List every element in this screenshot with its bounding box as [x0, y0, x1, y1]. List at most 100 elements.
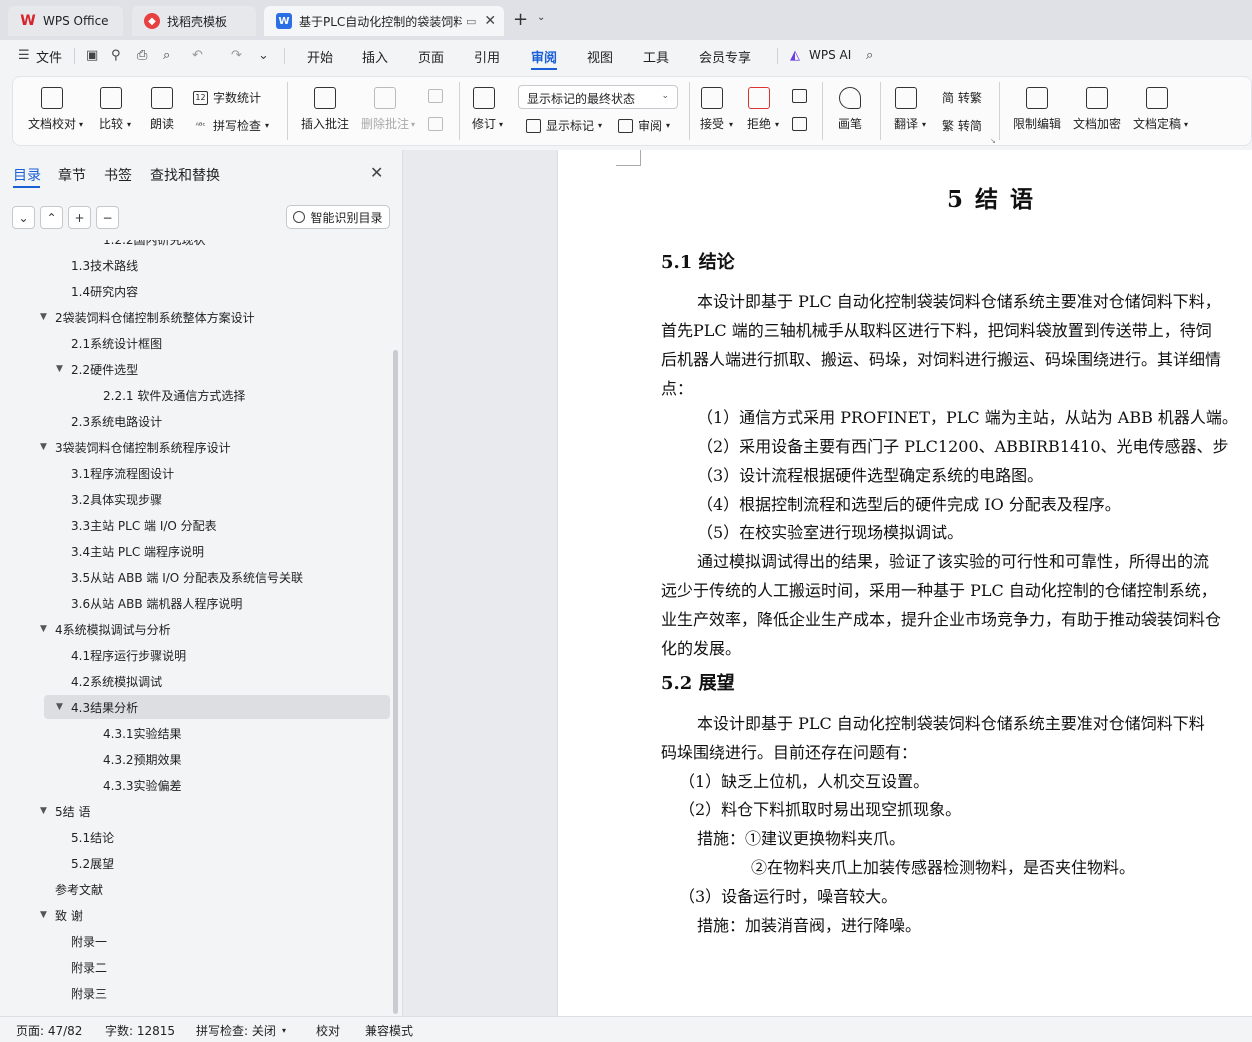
- chevron-down-icon[interactable]: ▾: [729, 120, 733, 129]
- menu-page[interactable]: 页面: [418, 47, 444, 66]
- spell-check-button[interactable]: ᴬᴮᶜ 拼写检查 ▾: [193, 117, 269, 134]
- toc-item[interactable]: 4.1程序运行步骤说明: [71, 643, 186, 667]
- menu-tools[interactable]: 工具: [643, 47, 669, 66]
- tab-document[interactable]: W 基于PLC自动化控制的袋装饲料 ▭ ✕: [264, 6, 504, 36]
- next-change-button[interactable]: [792, 117, 812, 131]
- expand-toggle-icon[interactable]: ▼: [40, 312, 47, 322]
- doc-check-button[interactable]: 文档校对: [28, 87, 76, 132]
- next-comment-button[interactable]: [428, 117, 448, 131]
- review-pane-button[interactable]: 审阅 ▾: [618, 117, 670, 134]
- toc-item[interactable]: 附录三: [71, 981, 107, 1005]
- toc-item[interactable]: ▼ 4系统模拟调试与分析: [40, 617, 171, 641]
- expand-toggle-icon[interactable]: ▼: [40, 806, 47, 816]
- chevron-down-icon[interactable]: ▾: [1184, 120, 1188, 129]
- chevron-down-icon[interactable]: ⌄: [537, 12, 545, 23]
- smart-toc-button[interactable]: 智能识别目录: [286, 205, 390, 229]
- monitor-icon[interactable]: ▭: [466, 15, 476, 28]
- toc-item[interactable]: 附录一: [71, 929, 107, 953]
- toc-item[interactable]: 3.4主站 PLC 端程序说明: [71, 539, 204, 563]
- chevron-down-icon[interactable]: ⌄: [258, 48, 269, 63]
- translate-button[interactable]: 翻译: [894, 87, 918, 132]
- encrypt-button[interactable]: 文档加密: [1073, 87, 1121, 132]
- chevron-down-icon[interactable]: ▾: [775, 120, 779, 129]
- tab-chapters[interactable]: 章节: [58, 165, 86, 185]
- toc-item[interactable]: 1.3技术路线: [71, 253, 138, 277]
- chevron-down-icon[interactable]: ▾: [922, 120, 926, 129]
- document-page[interactable]: 5 结 语 5.1 结论 本设计即基于 PLC 自动化控制袋装饲料仓储系统主要准…: [558, 150, 1252, 1016]
- toc-item[interactable]: 3.1程序流程图设计: [71, 461, 174, 485]
- ink-button[interactable]: 画笔: [838, 87, 862, 132]
- toc-item[interactable]: 2.3系统电路设计: [71, 409, 162, 433]
- toc-item[interactable]: ▼ 2.2硬件选型: [56, 357, 138, 381]
- menu-reference[interactable]: 引用: [474, 47, 500, 66]
- print-icon[interactable]: ⎙: [137, 48, 147, 63]
- add-heading-button[interactable]: +: [68, 206, 91, 229]
- accept-button[interactable]: 接受: [700, 87, 724, 132]
- menu-member[interactable]: 会员专享: [699, 47, 751, 66]
- menu-view[interactable]: 视图: [587, 47, 613, 66]
- tab-toc[interactable]: 目录: [13, 165, 41, 185]
- chevron-down-icon[interactable]: ▾: [79, 120, 83, 129]
- toc-item[interactable]: 3.5从站 ABB 端 I/O 分配表及系统信号关联: [71, 565, 303, 589]
- plus-icon[interactable]: +: [513, 9, 528, 30]
- prev-comment-button[interactable]: [428, 89, 448, 103]
- toc-item[interactable]: ▼ 2袋装饲料仓储控制系统整体方案设计: [40, 305, 255, 329]
- tab-wps-office[interactable]: W WPS Office: [8, 6, 123, 36]
- tab-find-replace[interactable]: 查找和替换: [150, 165, 220, 185]
- to-traditional-button[interactable]: 简 转繁: [942, 89, 982, 106]
- chevron-down-icon[interactable]: ▾: [411, 120, 415, 129]
- toc-item[interactable]: 3.3主站 PLC 端 I/O 分配表: [71, 513, 217, 537]
- toc-item[interactable]: 附录二: [71, 955, 107, 979]
- finalize-button[interactable]: 文档定稿: [1133, 87, 1181, 132]
- share-icon[interactable]: ⚲: [111, 48, 121, 63]
- toc-item[interactable]: 5.1结论: [71, 825, 114, 849]
- menu-insert[interactable]: 插入: [362, 47, 388, 66]
- collapse-up-button[interactable]: ⌃: [40, 206, 63, 229]
- undo-icon[interactable]: ↶: [192, 48, 203, 63]
- toc-item[interactable]: ▼ 4.3结果分析: [56, 695, 138, 719]
- toc-item[interactable]: 4.2系统模拟调试: [71, 669, 162, 693]
- toc-item[interactable]: ▼ 5结 语: [40, 799, 90, 823]
- expand-toggle-icon[interactable]: ▼: [40, 624, 47, 634]
- expand-toggle-icon[interactable]: ▼: [56, 702, 63, 712]
- save-icon[interactable]: ▣: [86, 48, 98, 63]
- remove-heading-button[interactable]: −: [96, 206, 119, 229]
- redo-icon[interactable]: ↷: [231, 48, 242, 63]
- wps-ai-icon[interactable]: ◭: [790, 48, 800, 63]
- menu-review[interactable]: 审阅: [531, 47, 557, 66]
- toc-item[interactable]: ▼ 致 谢: [40, 903, 83, 927]
- read-aloud-button[interactable]: 朗读: [150, 87, 174, 132]
- spell-check-indicator[interactable]: 拼写检查: 关闭: [196, 1022, 276, 1039]
- to-simplified-button[interactable]: 繁 转简: [942, 117, 982, 134]
- chevron-down-icon[interactable]: ▾: [499, 120, 503, 129]
- menu-home[interactable]: 开始: [307, 47, 333, 66]
- toc-item[interactable]: 4.3.3实验偏差: [103, 773, 182, 797]
- toc-item[interactable]: 2.1系统设计框图: [71, 331, 162, 355]
- proof-indicator[interactable]: 校对: [316, 1022, 340, 1039]
- wps-ai-button[interactable]: WPS AI: [809, 48, 851, 62]
- reject-button[interactable]: 拒绝: [747, 87, 771, 132]
- toc-item[interactable]: ▼ 3袋装饲料仓储控制系统程序设计: [40, 435, 231, 459]
- tab-template[interactable]: ◆ 找稻壳模板: [132, 6, 256, 36]
- close-icon[interactable]: ✕: [370, 163, 383, 182]
- toc-scrollbar[interactable]: [393, 350, 398, 1014]
- toc-item[interactable]: 1.2.2国内研究现状: [103, 240, 206, 251]
- insert-comment-button[interactable]: 插入批注: [301, 87, 349, 132]
- hamburger-icon[interactable]: ☰: [18, 48, 30, 63]
- chevron-down-icon[interactable]: ▾: [282, 1026, 286, 1035]
- revise-button[interactable]: 修订: [472, 87, 496, 132]
- prev-change-button[interactable]: [792, 89, 812, 103]
- print-preview-icon[interactable]: ⌕: [163, 48, 170, 63]
- toc-item[interactable]: 5.2展望: [71, 851, 114, 875]
- toc-item[interactable]: 参考文献: [55, 877, 103, 901]
- chevron-down-icon[interactable]: ▾: [127, 120, 131, 129]
- compare-button[interactable]: 比较: [99, 87, 123, 132]
- word-count-button[interactable]: 12 字数统计: [193, 89, 261, 106]
- word-count-indicator[interactable]: 字数: 12815: [105, 1022, 175, 1039]
- toc-item[interactable]: 3.6从站 ABB 端机器人程序说明: [71, 591, 242, 615]
- toc-item[interactable]: 2.2.1 软件及通信方式选择: [103, 383, 245, 407]
- menu-file[interactable]: 文件: [36, 47, 62, 66]
- expand-toggle-icon[interactable]: ▼: [40, 910, 47, 920]
- toc-item[interactable]: 4.3.1实验结果: [103, 721, 182, 745]
- close-icon[interactable]: ✕: [484, 13, 496, 29]
